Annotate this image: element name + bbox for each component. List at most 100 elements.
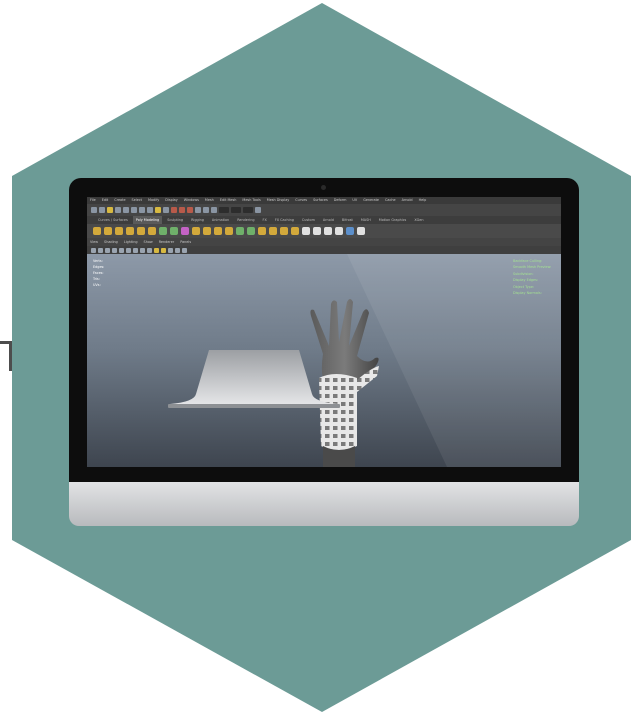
extrude-icon[interactable]: [192, 227, 200, 235]
separate-icon[interactable]: [170, 227, 178, 235]
sculpt-icon[interactable]: [335, 227, 343, 235]
menu-help[interactable]: Help: [419, 197, 427, 204]
render-view-icon[interactable]: [203, 207, 209, 213]
construction-icon[interactable]: [163, 207, 169, 213]
menu-generate[interactable]: Generate: [363, 197, 379, 204]
bookmark-icon[interactable]: [98, 247, 103, 253]
smooth-icon[interactable]: [181, 227, 189, 235]
panel-toolbar: [87, 246, 561, 254]
menu-create[interactable]: Create: [114, 197, 125, 204]
lights-icon[interactable]: [140, 247, 145, 253]
textured-icon[interactable]: [133, 247, 138, 253]
menu-cache[interactable]: Cache: [385, 197, 396, 204]
snap-grid-icon[interactable]: [115, 207, 121, 213]
image-plane-icon[interactable]: [105, 247, 110, 253]
menu-display[interactable]: Display: [165, 197, 178, 204]
append-poly-icon[interactable]: [291, 227, 299, 235]
history-icon[interactable]: [155, 207, 161, 213]
quad-draw-icon[interactable]: [313, 227, 321, 235]
panel-menu-show[interactable]: Show: [144, 238, 153, 246]
menu-curves[interactable]: Curves: [295, 197, 307, 204]
shelf-tab-custom[interactable]: Custom: [299, 216, 318, 224]
shelf-tab-poly-modeling[interactable]: Poly Modeling: [132, 216, 163, 224]
boolean-icon[interactable]: [269, 227, 277, 235]
render-icon[interactable]: [171, 207, 177, 213]
soft-select-icon[interactable]: [324, 227, 332, 235]
smooth-shade-icon[interactable]: [126, 247, 131, 253]
menu-surfaces[interactable]: Surfaces: [313, 197, 328, 204]
poly-plane-icon[interactable]: [137, 227, 145, 235]
menu-file[interactable]: File: [90, 197, 96, 204]
shelf-tab-rigging[interactable]: Rigging: [188, 216, 207, 224]
shelf-tab-curves[interactable]: Curves / Surfaces: [95, 216, 131, 224]
panel-menu-view[interactable]: View: [90, 238, 98, 246]
select-tool-icon[interactable]: [91, 207, 97, 213]
shadows-icon[interactable]: [147, 247, 152, 253]
pen-tool-icon[interactable]: [357, 227, 365, 235]
ipr-render-icon[interactable]: [179, 207, 185, 213]
poly-torus-icon[interactable]: [148, 227, 156, 235]
input-field-3[interactable]: [243, 207, 253, 213]
panel-menu-shading[interactable]: Shading: [104, 238, 118, 246]
menu-edit[interactable]: Edit: [102, 197, 109, 204]
menu-select[interactable]: Select: [132, 197, 142, 204]
menu-uv[interactable]: UV: [352, 197, 357, 204]
panel-menu-renderer[interactable]: Renderer: [159, 238, 174, 246]
input-field-2[interactable]: [231, 207, 241, 213]
poly-cone-icon[interactable]: [126, 227, 134, 235]
grid-icon[interactable]: [112, 247, 117, 253]
xray-icon[interactable]: [161, 247, 166, 253]
panel-menu-lighting[interactable]: Lighting: [124, 238, 138, 246]
shelf-tab-sculpting[interactable]: Sculpting: [164, 216, 186, 224]
menu-edit-mesh[interactable]: Edit Mesh: [220, 197, 237, 204]
menu-modify[interactable]: Modify: [148, 197, 159, 204]
snap-point-icon[interactable]: [131, 207, 137, 213]
panel-menu-panels[interactable]: Panels: [180, 238, 191, 246]
shelf-tab-xgen[interactable]: XGen: [411, 216, 426, 224]
shelf-tab-animation[interactable]: Animation: [209, 216, 232, 224]
wireframe-icon[interactable]: [119, 247, 124, 253]
field-chart-icon[interactable]: [175, 247, 180, 253]
camera-attributes-icon[interactable]: [91, 247, 96, 253]
input-field[interactable]: [219, 207, 229, 213]
shelf-tab-arnold[interactable]: Arnold: [320, 216, 337, 224]
xform-icon[interactable]: [211, 207, 217, 213]
lasso-tool-icon[interactable]: [99, 207, 105, 213]
bridge-icon[interactable]: [203, 227, 211, 235]
multi-cut-icon[interactable]: [236, 227, 244, 235]
resolution-gate-icon[interactable]: [168, 247, 173, 253]
poly-cube-icon[interactable]: [104, 227, 112, 235]
monitor-bezel: File Edit Create Select Modify Display W…: [69, 178, 579, 482]
menu-mesh-tools[interactable]: Mesh Tools: [242, 197, 260, 204]
isolate-icon[interactable]: [154, 247, 159, 253]
shelf-tab-fx[interactable]: FX: [260, 216, 270, 224]
snap-view-icon[interactable]: [139, 207, 145, 213]
shelf-tab-bifrost[interactable]: Bifrost: [339, 216, 356, 224]
combine-icon[interactable]: [159, 227, 167, 235]
menu-arnold[interactable]: Arnold: [402, 197, 413, 204]
bevel-icon[interactable]: [214, 227, 222, 235]
snap-surface-icon[interactable]: [147, 207, 153, 213]
shelf-tab-fx-caching[interactable]: FX Caching: [272, 216, 297, 224]
target-weld-icon[interactable]: [302, 227, 310, 235]
shelf-tab-motion-graphics[interactable]: Motion Graphics: [376, 216, 410, 224]
hypershade-icon[interactable]: [195, 207, 201, 213]
shelf-tab-mash[interactable]: MASH: [358, 216, 374, 224]
paint-select-icon[interactable]: [107, 207, 113, 213]
poly-sphere-icon[interactable]: [93, 227, 101, 235]
menu-deform[interactable]: Deform: [334, 197, 347, 204]
snap-curve-icon[interactable]: [123, 207, 129, 213]
render-settings-icon[interactable]: [187, 207, 193, 213]
sidebar-toggle-icon[interactable]: [255, 207, 261, 213]
menu-windows[interactable]: Windows: [184, 197, 199, 204]
shelf-tab-rendering[interactable]: Rendering: [234, 216, 257, 224]
poly-cylinder-icon[interactable]: [115, 227, 123, 235]
menu-mesh[interactable]: Mesh: [205, 197, 214, 204]
safe-action-icon[interactable]: [182, 247, 187, 253]
uv-editor-icon[interactable]: [346, 227, 354, 235]
fill-hole-icon[interactable]: [280, 227, 288, 235]
insert-edge-loop-icon[interactable]: [247, 227, 255, 235]
menu-mesh-display[interactable]: Mesh Display: [267, 197, 290, 204]
merge-icon[interactable]: [225, 227, 233, 235]
mirror-icon[interactable]: [258, 227, 266, 235]
